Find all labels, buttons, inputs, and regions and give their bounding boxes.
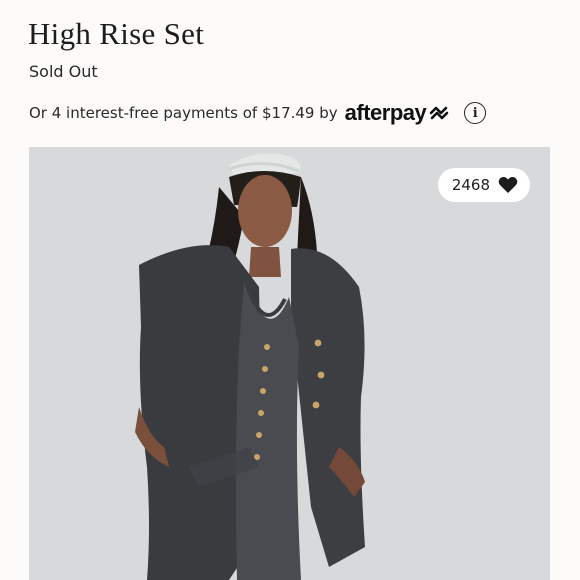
heart-icon [498,177,518,193]
afterpay-message: Or 4 interest-free payments of $17.49 by… [29,98,487,128]
afterpay-logo: afterpay [345,100,451,126]
info-icon[interactable]: i [464,102,487,124]
like-button[interactable]: 2468 [437,168,530,202]
likes-count: 2468 [451,176,490,194]
sold-out-status: Sold Out [29,62,98,81]
afterpay-arrows-icon [429,106,449,120]
product-title: High Rise Set [28,16,205,51]
model-photo [29,147,550,580]
afterpay-wordmark: afterpay [344,100,427,125]
product-photo[interactable]: 2468 [29,147,550,580]
payments-text: Or 4 interest-free payments of $17.49 by [29,104,338,122]
